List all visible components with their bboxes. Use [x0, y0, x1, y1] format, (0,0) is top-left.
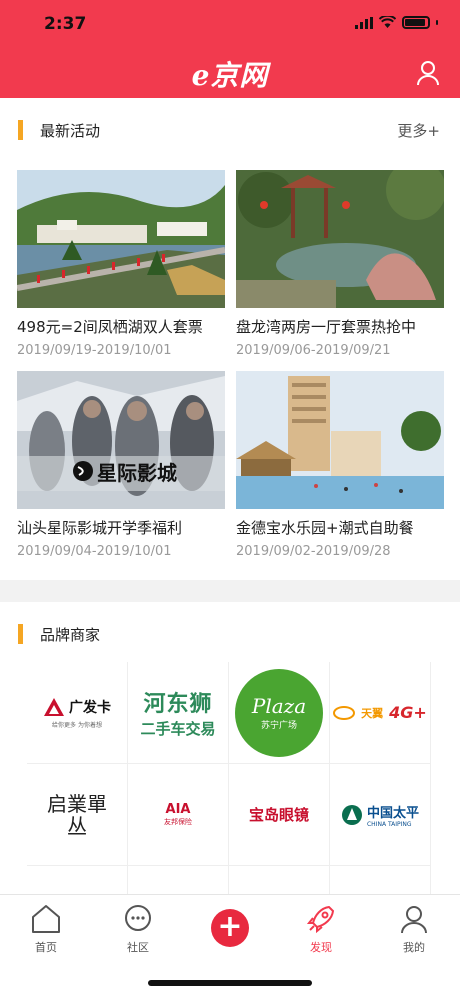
activity-title: 498元=2间凤栖湖双人套票 — [17, 318, 203, 336]
activity-date: 2019/09/02-2019/09/28 — [236, 544, 391, 559]
activity-date: 2019/09/19-2019/10/01 — [17, 343, 172, 358]
activity-image-cinema-poster: 星际影城 — [17, 371, 225, 509]
brand-tianyi[interactable]: 天翼 4G+ — [330, 662, 431, 764]
brand-partial-2[interactable] — [128, 866, 229, 894]
activity-card[interactable]: 盘龙湾两房一厅套票热抢中 2019/09/06-2019/09/21 — [236, 170, 444, 358]
activity-image-water-park — [236, 371, 444, 509]
status-icons — [355, 16, 438, 29]
home-icon — [32, 905, 60, 933]
brand-partial-3[interactable] — [229, 866, 330, 894]
activity-card[interactable]: 498元=2间凤栖湖双人套票 2019/09/19-2019/10/01 — [17, 170, 225, 358]
more-link[interactable]: 更多+ — [397, 120, 440, 141]
user-icon — [401, 906, 427, 934]
section-accent-bar — [18, 120, 23, 140]
activity-card[interactable]: 星际影城 汕头星际影城开学季福利 2019/09/04-2019/10/01 — [17, 371, 225, 559]
user-icon[interactable] — [416, 60, 440, 86]
app-header: 2:37 e京网 — [0, 0, 460, 98]
brand-baodao-glasses[interactable]: 宝岛眼镜 — [229, 764, 330, 866]
activity-image-garden-pavilion — [236, 170, 444, 308]
home-indicator — [148, 980, 312, 986]
chat-bubble-icon — [125, 905, 151, 931]
activity-title: 金德宝水乐园+潮式自助餐 — [236, 519, 414, 537]
rocket-icon — [306, 905, 335, 934]
cinema-logo-text: 星际影城 — [97, 461, 177, 485]
status-time: 2:37 — [44, 14, 87, 34]
brand-guangfa[interactable]: 广发卡 给你更多 为你着想 — [27, 662, 128, 764]
brand-partial-1[interactable] — [27, 866, 128, 894]
brands-title: 品牌商家 — [40, 626, 101, 644]
activity-image-lake-bridge — [17, 170, 225, 308]
activity-date: 2019/09/06-2019/09/21 — [236, 343, 391, 358]
tab-community[interactable]: 社区 — [108, 903, 168, 955]
battery-icon — [402, 16, 430, 29]
activity-title: 汕头星际影城开学季福利 — [17, 519, 183, 537]
brand-aia[interactable]: AIA 友邦保险 — [128, 764, 229, 866]
activity-title: 盘龙湾两房一厅套票热抢中 — [236, 318, 417, 336]
latest-section-header: 最新活动 更多+ — [0, 116, 460, 146]
brand-qiye-dancong[interactable]: 启業單丛 — [27, 764, 128, 866]
tab-mine[interactable]: 我的 — [384, 903, 444, 955]
brands-section-header: 品牌商家 — [0, 620, 460, 650]
suning-plaza-logo: Plaza 苏宁广场 — [235, 668, 323, 757]
taiping-logo-icon — [341, 804, 362, 825]
brand-partial-4[interactable] — [330, 866, 431, 894]
brand-suning-plaza[interactable]: Plaza 苏宁广场 — [229, 662, 330, 764]
tab-home[interactable]: 首页 — [16, 903, 76, 955]
tab-discover[interactable]: 发现 — [291, 903, 351, 955]
wifi-icon — [379, 16, 396, 28]
tianyi-logo-icon — [333, 705, 356, 720]
latest-title: 最新活动 — [40, 122, 101, 140]
signal-icon — [355, 16, 373, 29]
section-divider — [0, 580, 460, 602]
activity-date: 2019/09/04-2019/10/01 — [17, 544, 172, 559]
app-logo: e京网 — [191, 59, 269, 92]
activity-card[interactable]: 金德宝水乐园+潮式自助餐 2019/09/02-2019/09/28 — [236, 371, 444, 559]
brand-china-taiping[interactable]: 中国太平 CHINA TAIPING — [330, 764, 431, 866]
section-accent-bar — [18, 624, 23, 644]
brand-hedongshi[interactable]: 河东狮 二手车交易 — [128, 662, 229, 764]
add-button[interactable]: + — [211, 909, 249, 947]
brand-grid: 广发卡 给你更多 为你着想 河东狮 二手车交易 Plaza 苏宁广场 天翼 4G… — [27, 662, 433, 894]
guangfa-logo-icon — [44, 697, 64, 716]
